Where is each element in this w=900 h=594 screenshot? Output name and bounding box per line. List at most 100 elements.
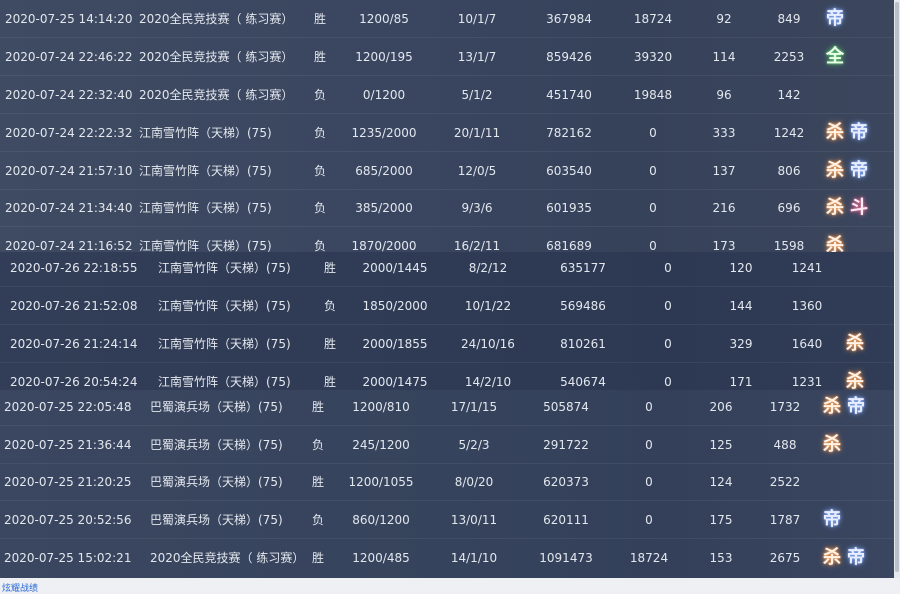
stat-value-1: 216 (712, 201, 736, 215)
badge-group: 杀 (846, 363, 864, 392)
match-row[interactable]: 2020-07-26 22:18:55 江南雪竹阵（天梯）(75) 胜 2000/14… (0, 252, 900, 287)
badge-group: 杀 (826, 227, 844, 253)
kill-badge-icon: 杀 (846, 333, 864, 354)
footer-link[interactable]: 炫耀战绩 (2, 585, 38, 594)
stat-value-2: 1732 (769, 400, 801, 414)
match-row[interactable]: 2020-07-25 21:20:25 巴蜀演兵场（天梯）(75) 胜 1200/10… (0, 463, 894, 501)
match-result: 负 (323, 299, 337, 313)
damage-value: 681689 (546, 239, 592, 252)
stat-value-1: 175 (709, 513, 733, 527)
match-result: 负 (313, 88, 327, 102)
match-score: 860/1200 (352, 513, 410, 527)
match-row[interactable]: 2020-07-24 22:46:22 2020全民竞技赛（ 练习赛） 胜 1200/… (0, 38, 894, 76)
heal-value: 0 (664, 337, 672, 351)
damage-value: 367984 (546, 12, 592, 26)
all-badge-icon: 全 (826, 46, 844, 67)
kill-badge-icon: 杀 (846, 371, 864, 392)
stat-value-2: 2675 (769, 551, 801, 565)
badge-group: 杀 (846, 325, 864, 363)
match-result: 胜 (323, 375, 337, 389)
match-result: 胜 (311, 551, 325, 565)
match-result: 胜 (313, 12, 327, 26)
map-name: 巴蜀演兵场（天梯）(75) (150, 475, 283, 489)
stat-value-1: 125 (709, 438, 733, 452)
match-score: 2000/1445 (362, 261, 428, 275)
match-score: 385/2000 (355, 201, 413, 215)
match-result: 胜 (323, 261, 337, 275)
match-time: 2020-07-25 21:20:25 (4, 475, 132, 489)
match-row[interactable]: 2020-07-26 21:24:14 江南雪竹阵（天梯）(75) 胜 2000/18… (0, 325, 900, 363)
damage-value: 635177 (560, 261, 606, 275)
match-row[interactable]: 2020-07-24 22:22:32 江南雪竹阵（天梯）(75) 负 1235/20… (0, 114, 894, 152)
damage-value: 451740 (546, 88, 592, 102)
match-time: 2020-07-26 20:54:24 (10, 375, 138, 389)
badge-group: 杀帝 (823, 390, 865, 426)
kill-badge-icon: 杀 (826, 197, 844, 218)
stat-value-2: 142 (777, 88, 801, 102)
damage-value: 569486 (560, 299, 606, 313)
stat-value-2: 2253 (773, 50, 805, 64)
heal-value: 0 (664, 375, 672, 389)
match-result: 负 (313, 126, 327, 140)
match-row[interactable]: 2020-07-24 22:32:40 2020全民竞技赛（ 练习赛） 负 0/120… (0, 76, 894, 114)
match-row[interactable]: 2020-07-26 21:52:08 江南雪竹阵（天梯）(75) 负 1850/20… (0, 287, 900, 325)
badge-group: 全 (826, 38, 844, 76)
map-name: 巴蜀演兵场（天梯）(75) (150, 513, 283, 527)
match-time: 2020-07-25 21:36:44 (4, 438, 132, 452)
match-result: 负 (311, 513, 325, 527)
map-name: 2020全民竞技赛（ 练习赛） (139, 88, 294, 102)
stat-value-1: 329 (729, 337, 753, 351)
heal-value: 0 (649, 201, 657, 215)
match-row[interactable]: 2020-07-25 21:36:44 巴蜀演兵场（天梯）(75) 负 245/120… (0, 426, 894, 464)
badge-group: 帝 (823, 501, 841, 539)
damage-value: 810261 (560, 337, 606, 351)
heal-value: 0 (649, 126, 657, 140)
match-result: 负 (311, 438, 325, 452)
stat-value-1: 124 (709, 475, 733, 489)
damage-value: 505874 (543, 400, 589, 414)
kda: 8/0/20 (454, 475, 494, 489)
kda: 24/10/16 (461, 337, 515, 351)
stat-value-1: 137 (712, 164, 736, 178)
map-name: 江南雪竹阵（天梯）(75) (139, 164, 272, 178)
damage-value: 1091473 (539, 551, 593, 565)
stat-value-2: 1231 (791, 375, 823, 389)
kda: 5/2/3 (458, 438, 490, 452)
kda: 17/1/15 (450, 400, 498, 414)
damage-value: 620111 (543, 513, 589, 527)
match-score: 1200/1055 (348, 475, 414, 489)
match-row[interactable]: 2020-07-24 21:16:52 江南雪竹阵（天梯）(75) 负 1870/20… (0, 227, 894, 253)
match-table-section-2: 2020-07-26 22:18:55 江南雪竹阵（天梯）(75) 胜 2000/14… (0, 252, 900, 392)
emperor-badge-icon: 帝 (826, 8, 844, 29)
stat-value-2: 806 (777, 164, 801, 178)
match-time: 2020-07-26 21:52:08 (10, 299, 138, 313)
match-row[interactable]: 2020-07-25 20:52:56 巴蜀演兵场（天梯）(75) 负 860/120… (0, 501, 894, 539)
badge-group: 帝 (826, 0, 844, 38)
match-history-screenshot: 2020-07-25 14:14:20 2020全民竞技赛（ 练习赛）胜 1200/… (0, 0, 900, 594)
match-row[interactable]: 2020-07-25 15:02:21 2020全民竞技赛（ 练习赛） 胜 1200/… (0, 539, 894, 577)
match-row[interactable]: 2020-07-24 21:34:40 江南雪竹阵（天梯）(75) 负 385/200… (0, 189, 894, 227)
kill-badge-icon: 杀 (826, 160, 844, 181)
map-name: 江南雪竹阵（天梯）(75) (158, 375, 291, 389)
stat-value-1: 173 (712, 239, 736, 252)
match-row[interactable]: 2020-07-26 20:54:24 江南雪竹阵（天梯）(75) 胜 2000/14… (0, 363, 900, 392)
badge-group: 杀帝 (823, 539, 865, 577)
match-result: 负 (313, 164, 327, 178)
match-row[interactable]: 2020-07-24 21:57:10 江南雪竹阵（天梯）(75) 负 685/200… (0, 152, 894, 190)
badge-group: 杀帝 (826, 114, 868, 152)
stat-value-1: 171 (729, 375, 753, 389)
stat-value-2: 1242 (773, 126, 805, 140)
emperor-badge-icon: 帝 (847, 396, 865, 417)
match-row[interactable]: 2020-07-25 22:05:48 巴蜀演兵场（天梯）(75) 胜 1200/81… (0, 390, 894, 426)
emperor-badge-icon: 帝 (847, 547, 865, 568)
badge-group: 杀帝 (826, 152, 868, 190)
kda: 5/1/2 (461, 88, 493, 102)
match-time: 2020-07-24 21:16:52 (5, 239, 133, 252)
match-score: 2000/1475 (362, 375, 428, 389)
kill-badge-icon: 杀 (823, 434, 841, 455)
scrollbar-thumb[interactable] (895, 2, 899, 572)
kda: 8/2/12 (468, 261, 508, 275)
scrollbar-track[interactable] (894, 0, 900, 578)
stat-value-1: 114 (712, 50, 736, 64)
match-row[interactable]: 2020-07-25 14:14:20 2020全民竞技赛（ 练习赛） 胜 1200/… (0, 0, 894, 38)
